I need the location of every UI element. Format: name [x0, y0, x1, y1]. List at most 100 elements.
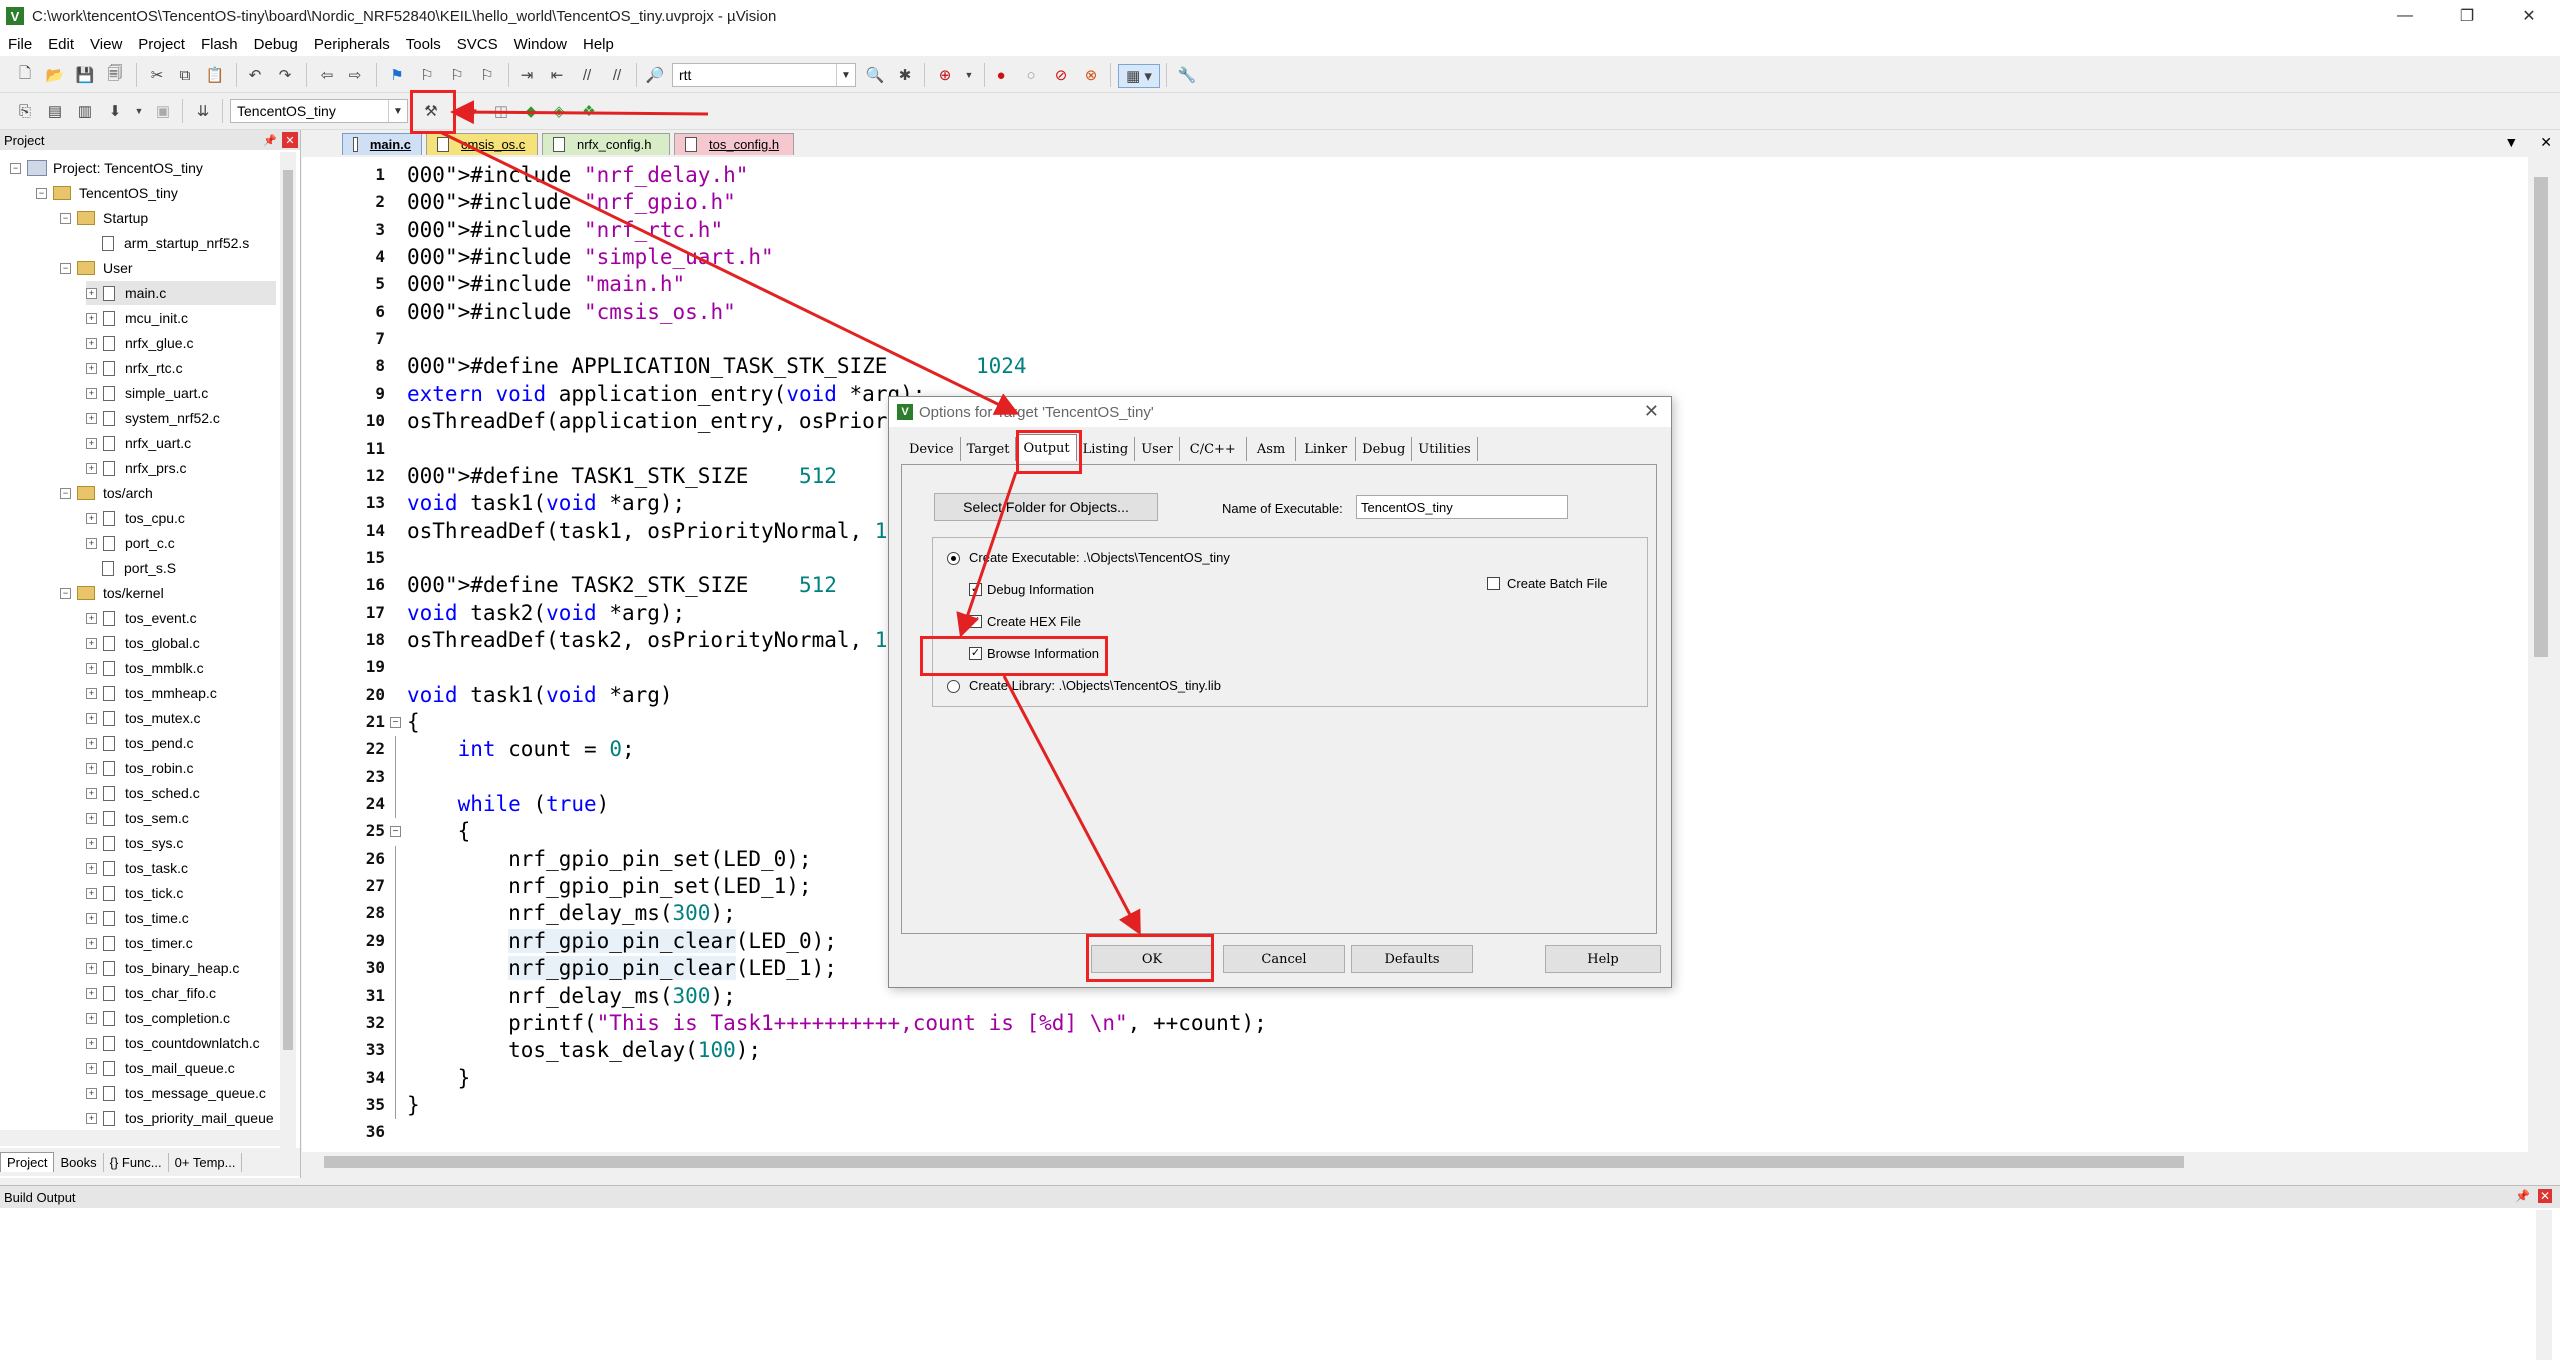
tree-file[interactable]: + tos_event.c: [86, 606, 197, 630]
close-editor-icon[interactable]: ✕: [2540, 134, 2552, 151]
download-icon[interactable]: ⇊: [192, 100, 214, 122]
tab-listing[interactable]: Listing: [1077, 437, 1136, 461]
menu-tools[interactable]: Tools: [398, 36, 449, 53]
create-executable-radio[interactable]: [947, 552, 960, 565]
menu-flash[interactable]: Flash: [193, 36, 246, 53]
tree-file[interactable]: + tos_cpu.c: [86, 506, 185, 530]
collapse-icon[interactable]: −: [60, 487, 71, 499]
tab-cmsis-os-c[interactable]: cmsis_os.c: [426, 133, 538, 155]
tree-file[interactable]: + tos_char_fifo.c: [86, 981, 216, 1005]
run-time-environment-icon[interactable]: ❖: [578, 100, 600, 122]
window-layout-icon[interactable]: ▦ ▾: [1118, 64, 1160, 88]
tab-device[interactable]: Device: [903, 437, 961, 461]
close-icon[interactable]: ✕: [282, 132, 298, 148]
code-line[interactable]: void task1(void *arg): [407, 682, 673, 709]
tree-file[interactable]: + tos_task.c: [86, 856, 188, 880]
tree-file[interactable]: + nrfx_prs.c: [86, 456, 186, 480]
close-window-button[interactable]: ✕: [2498, 0, 2560, 32]
tab-nrfx-config-h[interactable]: nrfx_config.h: [542, 133, 670, 155]
code-line[interactable]: while (true): [407, 791, 610, 818]
next-bookmark-icon[interactable]: ⚐: [446, 64, 468, 86]
menu-debug[interactable]: Debug: [246, 36, 306, 53]
collapse-icon[interactable]: −: [60, 262, 71, 274]
tree-file[interactable]: + tos_time.c: [86, 906, 189, 930]
save-all-icon[interactable]: 🗐: [104, 64, 126, 86]
tree-file[interactable]: + mcu_init.c: [86, 306, 188, 330]
translate-icon[interactable]: ⎘: [14, 100, 36, 122]
code-line[interactable]: osThreadDef(task1, osPriorityNormal, 1,: [407, 518, 900, 545]
tree-group[interactable]: − Startup: [60, 206, 148, 230]
chevron-down-icon[interactable]: ▼: [128, 100, 150, 122]
indent-icon[interactable]: ⇥: [516, 64, 538, 86]
tree-file[interactable]: + tos_completion.c: [86, 1006, 230, 1030]
build-icon[interactable]: ▤: [44, 100, 66, 122]
expand-icon[interactable]: +: [86, 287, 97, 299]
save-icon[interactable]: 💾: [74, 64, 96, 86]
debug-session-icon[interactable]: ⊕: [934, 64, 956, 86]
breakpoint-icon[interactable]: ●: [990, 64, 1012, 86]
editor-horizontal-scrollbar[interactable]: [302, 1152, 2530, 1172]
code-line[interactable]: 000">#define TASK1_STK_SIZE 512: [407, 463, 837, 490]
tree-file[interactable]: + tos_binary_heap.c: [86, 956, 239, 980]
tree-file[interactable]: arm_startup_nrf52.s: [102, 231, 249, 255]
tab-utilities[interactable]: Utilities: [1412, 437, 1478, 461]
code-line[interactable]: extern void application_entry(void *arg)…: [407, 381, 925, 408]
tab-books[interactable]: Books: [54, 1152, 104, 1172]
expand-icon[interactable]: +: [86, 1062, 97, 1074]
file-extensions-icon[interactable]: ▰: [460, 100, 482, 122]
nav-back-icon[interactable]: ⇦: [316, 64, 338, 86]
pack-installer-icon[interactable]: ◈: [548, 100, 570, 122]
tree-group[interactable]: − tos/kernel: [60, 581, 164, 605]
expand-icon[interactable]: +: [86, 437, 97, 449]
manage-components-icon[interactable]: ◫: [490, 100, 512, 122]
cancel-button[interactable]: Cancel: [1223, 945, 1345, 973]
chevron-down-icon[interactable]: ▼: [836, 64, 855, 86]
menu-peripherals[interactable]: Peripherals: [306, 36, 398, 53]
tab-c-cpp[interactable]: C/C++: [1180, 437, 1247, 461]
tree-file[interactable]: + tos_countdownlatch.c: [86, 1031, 278, 1055]
tree-target[interactable]: − TencentOS_tiny: [36, 181, 178, 205]
open-file-icon[interactable]: 📂: [44, 64, 66, 86]
code-line[interactable]: nrf_gpio_pin_set(LED_0);: [407, 846, 811, 873]
name-of-executable-input[interactable]: TencentOS_tiny: [1356, 495, 1568, 519]
expand-icon[interactable]: +: [86, 1012, 97, 1024]
kill-all-breakpoints-icon[interactable]: ⊗: [1080, 64, 1102, 86]
select-folder-button[interactable]: Select Folder for Objects...: [934, 493, 1158, 521]
tree-group[interactable]: − tos/arch: [60, 481, 153, 505]
paste-icon[interactable]: 📋: [204, 64, 226, 86]
code-line[interactable]: nrf_gpio_pin_clear(LED_0);: [407, 928, 837, 955]
code-line[interactable]: 000">#include "nrf_delay.h": [407, 162, 748, 189]
project-horizontal-scrollbar[interactable]: [0, 1130, 280, 1146]
menu-svcs[interactable]: SVCS: [449, 36, 506, 53]
tree-file[interactable]: + nrfx_uart.c: [86, 431, 191, 455]
expand-icon[interactable]: +: [86, 362, 97, 374]
find-combo[interactable]: rtt ▼: [672, 63, 856, 87]
tree-group[interactable]: − User: [60, 256, 133, 280]
code-line[interactable]: 000">#include "nrf_gpio.h": [407, 189, 736, 216]
code-line[interactable]: printf("This is Task1++++++++++,count is…: [407, 1010, 1267, 1037]
code-line[interactable]: }: [407, 1092, 420, 1119]
create-library-radio[interactable]: [947, 680, 960, 693]
cut-icon[interactable]: ✂: [146, 64, 168, 86]
tab-main-c[interactable]: main.c: [342, 133, 422, 155]
menu-file[interactable]: File: [0, 36, 40, 53]
code-line[interactable]: nrf_delay_ms(300);: [407, 900, 736, 927]
dialog-close-icon[interactable]: ✕: [1644, 401, 1659, 422]
expand-icon[interactable]: +: [86, 862, 97, 874]
expand-icon[interactable]: +: [86, 687, 97, 699]
expand-icon[interactable]: +: [86, 387, 97, 399]
expand-icon[interactable]: +: [86, 912, 97, 924]
new-file-icon[interactable]: 🗋: [14, 64, 36, 86]
help-button[interactable]: Help: [1545, 945, 1661, 973]
expand-icon[interactable]: +: [86, 837, 97, 849]
project-vertical-scrollbar[interactable]: [280, 152, 296, 1152]
collapse-icon[interactable]: −: [60, 212, 71, 224]
rebuild-icon[interactable]: ▥: [74, 100, 96, 122]
tree-file[interactable]: port_s.S: [102, 556, 176, 580]
disable-breakpoint-icon[interactable]: ○: [1020, 64, 1042, 86]
batch-build-icon[interactable]: ⬇: [104, 100, 126, 122]
expand-icon[interactable]: +: [86, 987, 97, 999]
code-line[interactable]: osThreadDef(task2, osPriorityNormal, 1,: [407, 627, 900, 654]
find-icon[interactable]: 🔍: [864, 64, 886, 86]
menu-view[interactable]: View: [82, 36, 130, 53]
